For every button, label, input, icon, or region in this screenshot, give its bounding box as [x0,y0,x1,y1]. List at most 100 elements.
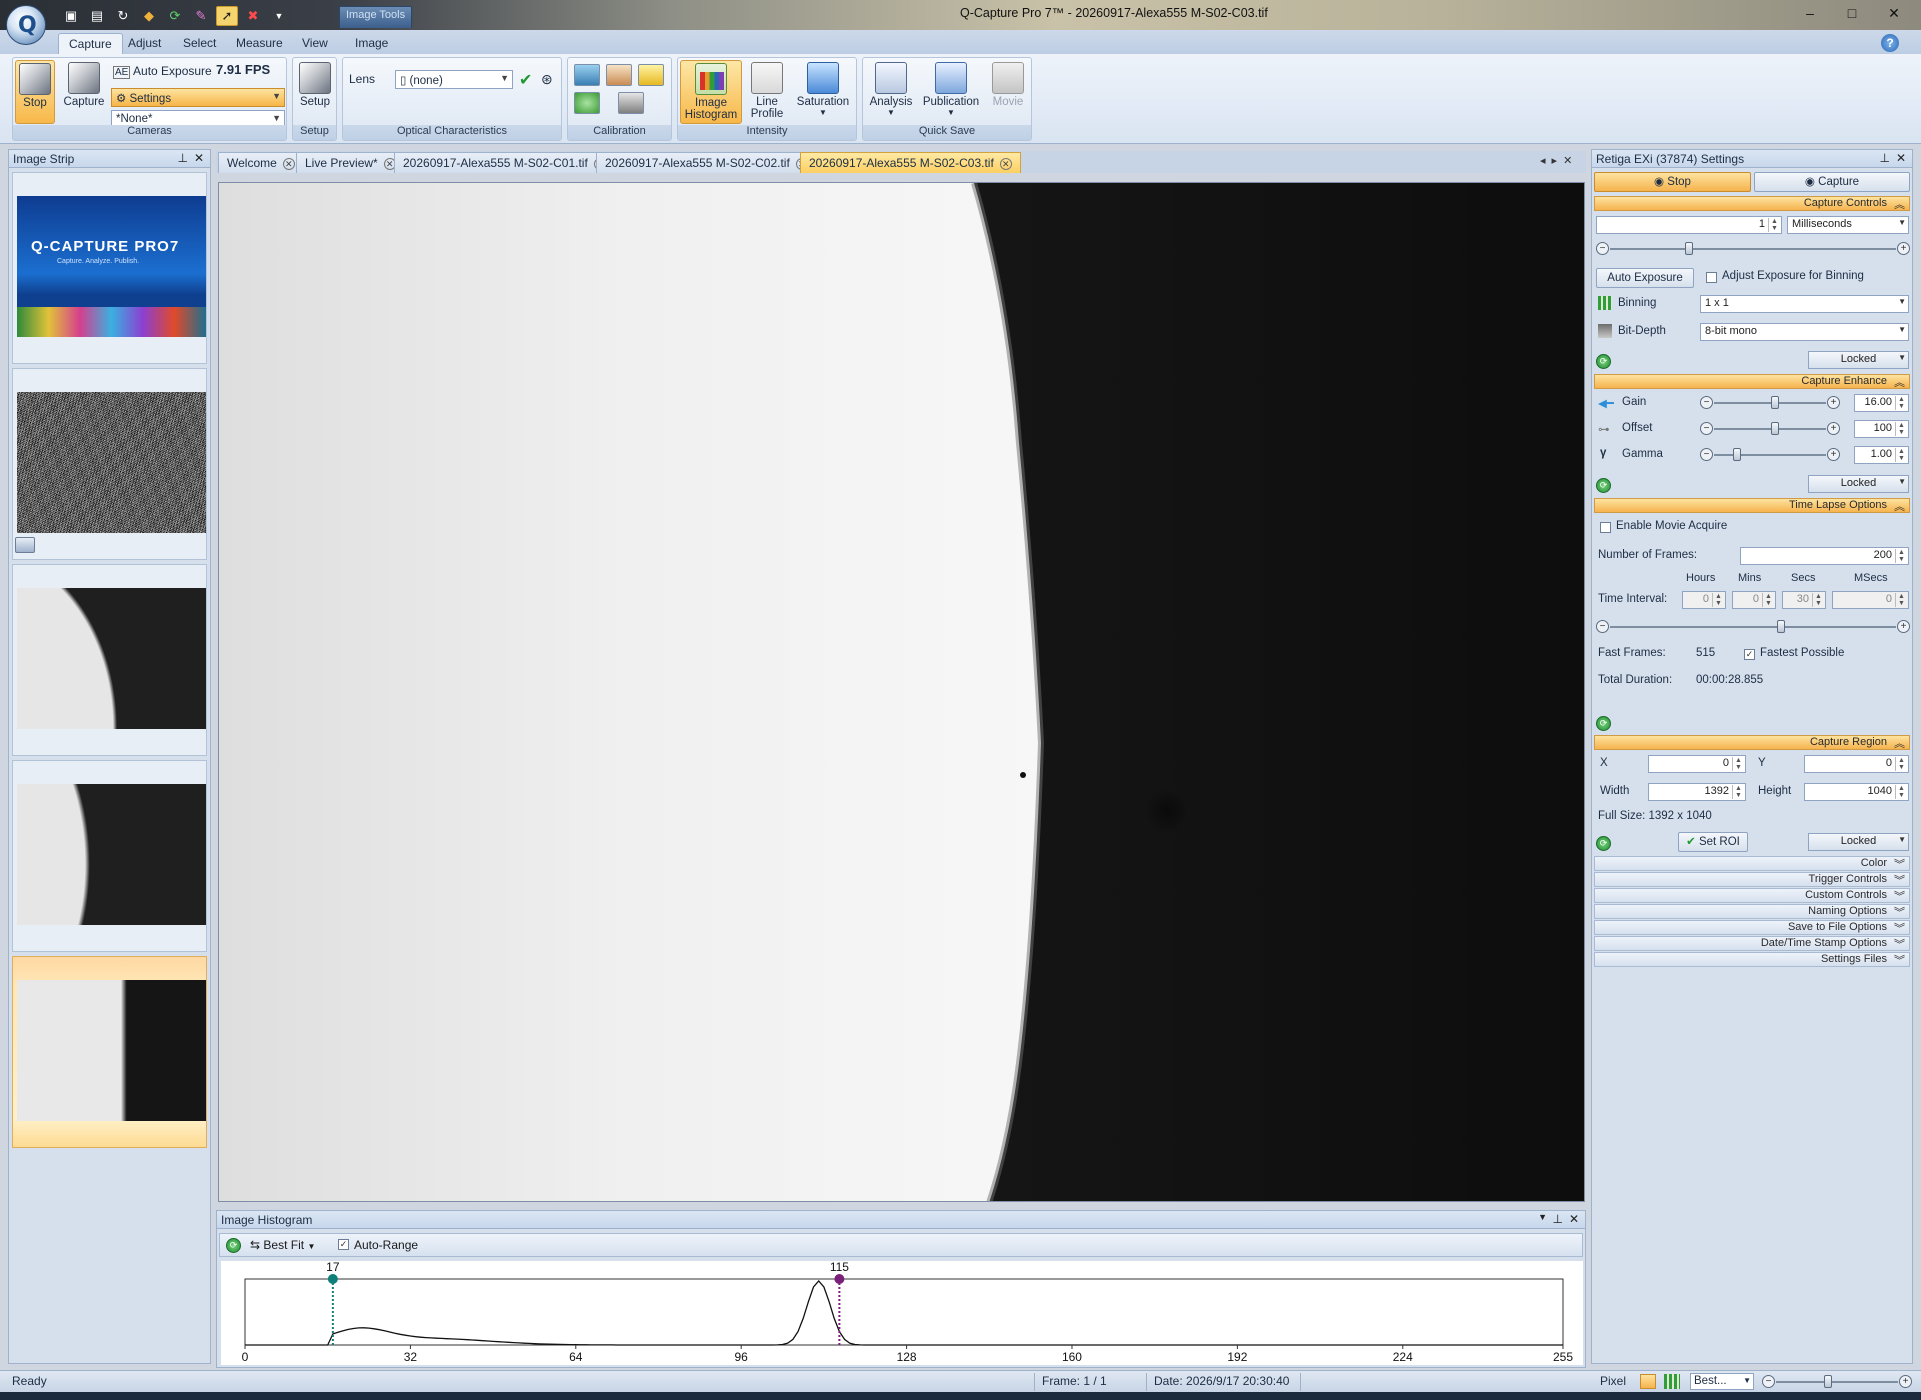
flat-field-icon[interactable] [606,64,632,86]
paint-icon[interactable]: ✎ [190,6,212,26]
thumbnail-c02[interactable] [12,760,207,952]
image-histogram-button[interactable]: Image Histogram [680,60,742,124]
saturation-button[interactable]: Saturation ▼ [792,60,854,124]
high-marker-handle[interactable] [834,1274,845,1284]
minus-icon[interactable]: − [1700,396,1713,409]
save-to-file-section[interactable]: Save to File Options ︾ [1594,920,1910,935]
zoom-slider[interactable]: − + [1762,1375,1912,1389]
offset-input[interactable]: 100 ▲ ▼ [1854,420,1909,438]
image-viewer[interactable] [218,182,1585,1202]
close-icon[interactable]: ✕ [282,158,295,170]
tab-adjust[interactable]: Adjust [118,33,171,54]
slider-thumb[interactable] [1824,1375,1832,1388]
dark-frame-icon[interactable] [574,92,600,114]
refresh-icon[interactable]: ⟳ [1596,716,1611,731]
bit-depth-dropdown[interactable]: 8-bit mono ▼ [1700,323,1909,341]
minimize-button[interactable]: – [1799,2,1821,24]
spinner-icon[interactable]: ▲ ▼ [1895,593,1907,607]
qat-dropdown-icon[interactable]: ▼ [268,6,290,26]
plus-icon[interactable]: + [1899,1375,1912,1388]
grid-view-icon[interactable] [1664,1374,1680,1389]
thumbnail-live-preview[interactable] [12,368,207,560]
spinner-icon[interactable]: ▲ ▼ [1732,785,1744,799]
pin-icon[interactable]: ⊥ [1553,1212,1563,1226]
tab-view[interactable]: View [292,33,338,54]
slider-thumb[interactable] [1771,396,1780,409]
window-icon[interactable]: ▣ [60,6,82,26]
calibrate-icon[interactable] [574,64,600,86]
refresh-icon[interactable]: ⟳ [226,1238,241,1253]
tag-icon[interactable]: ◆ [138,6,160,26]
setup-button[interactable]: Setup [297,60,333,124]
hours-input[interactable]: 0 ▲ ▼ [1682,591,1726,609]
delete-icon[interactable]: ✖ [242,6,264,26]
close-icon[interactable]: ✕ [999,158,1012,170]
tab-right-icon[interactable]: ▸ [1552,155,1564,167]
msecs-input[interactable]: 0 ▲ ▼ [1832,591,1909,609]
spinner-icon[interactable]: ▲ ▼ [1895,549,1907,563]
line-profile-button[interactable]: Line Profile [746,60,788,124]
doc-tab-c03[interactable]: 20260917-Alexa555 M-S02-C03.tif ✕ [800,152,1021,173]
slider-thumb[interactable] [1685,242,1694,255]
plus-icon[interactable]: + [1827,396,1840,409]
time-lapse-header[interactable]: Time Lapse Options ︽ [1594,498,1910,513]
pixel-mode[interactable]: Pixel [1600,1374,1626,1388]
spinner-icon[interactable]: ▲ ▼ [1712,593,1724,607]
x-input[interactable]: 0 ▲ ▼ [1648,755,1746,773]
tab-left-icon[interactable]: ◂ [1540,155,1552,167]
set-roi-button[interactable]: ✔ Set ROI [1678,832,1748,852]
zoom-dropdown[interactable]: Best... ▼ [1690,1373,1754,1390]
tab-image[interactable]: Image [345,33,398,54]
slider-thumb[interactable] [1732,448,1741,461]
doc-tab-c01[interactable]: 20260917-Alexa555 M-S02-C01.tif✕ [394,152,615,173]
analysis-button[interactable]: Analysis ▼ [867,60,915,124]
pointer-icon[interactable]: ➚ [216,6,238,26]
capture-button[interactable]: Capture [60,60,108,124]
apply-check-icon[interactable]: ✔ [519,70,532,90]
y-input[interactable]: 0 ▲ ▼ [1804,755,1909,773]
exposure-unit-dropdown[interactable]: Milliseconds ▼ [1787,216,1909,234]
time-stamp-icon[interactable] [638,64,664,86]
spinner-icon[interactable]: ▲ ▼ [1895,448,1907,462]
lens-dropdown[interactable]: ▯ (none) ▼ [395,70,513,89]
settings-dropdown[interactable]: ⚙ Settings ▼ [111,88,285,107]
close-icon[interactable]: ✕ [1569,1212,1579,1226]
spinner-icon[interactable]: ▲ ▼ [1762,593,1774,607]
spinner-icon[interactable]: ▲ ▼ [1768,218,1780,232]
open-icon[interactable]: ▤ [86,6,108,26]
plus-icon[interactable]: + [1897,242,1910,255]
plus-icon[interactable]: + [1897,620,1910,633]
gain-slider[interactable]: − + [1700,396,1840,410]
custom-controls-section[interactable]: Custom Controls ︾ [1594,888,1910,903]
thumbnail-welcome[interactable]: Q-CAPTURE PRO7 Capture. Analyze. Publish… [12,172,207,364]
tab-close-icon[interactable]: ✕ [1563,155,1578,167]
height-input[interactable]: 1040 ▲ ▼ [1804,783,1909,801]
tab-select[interactable]: Select [173,33,226,54]
refresh-icon[interactable]: ⟳ [1596,354,1611,369]
minus-icon[interactable]: − [1596,242,1609,255]
pin-icon[interactable]: ⊥ [1880,151,1890,165]
date-time-stamp-section[interactable]: Date/Time Stamp Options ︾ [1594,936,1910,951]
redo-icon[interactable]: ↻ [112,6,134,26]
capture-region-locked-dropdown[interactable]: Locked ▼ [1808,833,1909,851]
gamma-slider[interactable]: − + [1700,448,1840,462]
frames-input[interactable]: 200 ▲ ▼ [1740,547,1909,565]
stop-button[interactable]: Stop [15,60,55,124]
thumbnail-c01[interactable] [12,564,207,756]
help-icon[interactable]: ? [1881,34,1899,52]
doc-tab-c02[interactable]: 20260917-Alexa555 M-S02-C02.tif✕ [596,152,817,173]
slider-thumb[interactable] [1771,422,1780,435]
interval-slider[interactable]: − + [1596,620,1910,634]
camera-calibration-icon[interactable] [618,92,644,114]
binning-dropdown[interactable]: 1 x 1 ▼ [1700,295,1909,313]
maximize-button[interactable]: □ [1841,2,1863,24]
doc-tab-live-preview[interactable]: Live Preview* ✕ [296,152,405,173]
capture-enhance-locked-dropdown[interactable]: Locked ▼ [1808,475,1909,493]
image-view-icon[interactable] [1640,1374,1656,1389]
plus-icon[interactable]: + [1827,422,1840,435]
low-marker-handle[interactable] [327,1274,338,1284]
doc-tab-welcome[interactable]: Welcome ✕ [218,152,304,173]
settings-files-section[interactable]: Settings Files ︾ [1594,952,1910,967]
capture-controls-header[interactable]: Capture Controls ︽ [1594,196,1910,211]
minus-icon[interactable]: − [1596,620,1609,633]
